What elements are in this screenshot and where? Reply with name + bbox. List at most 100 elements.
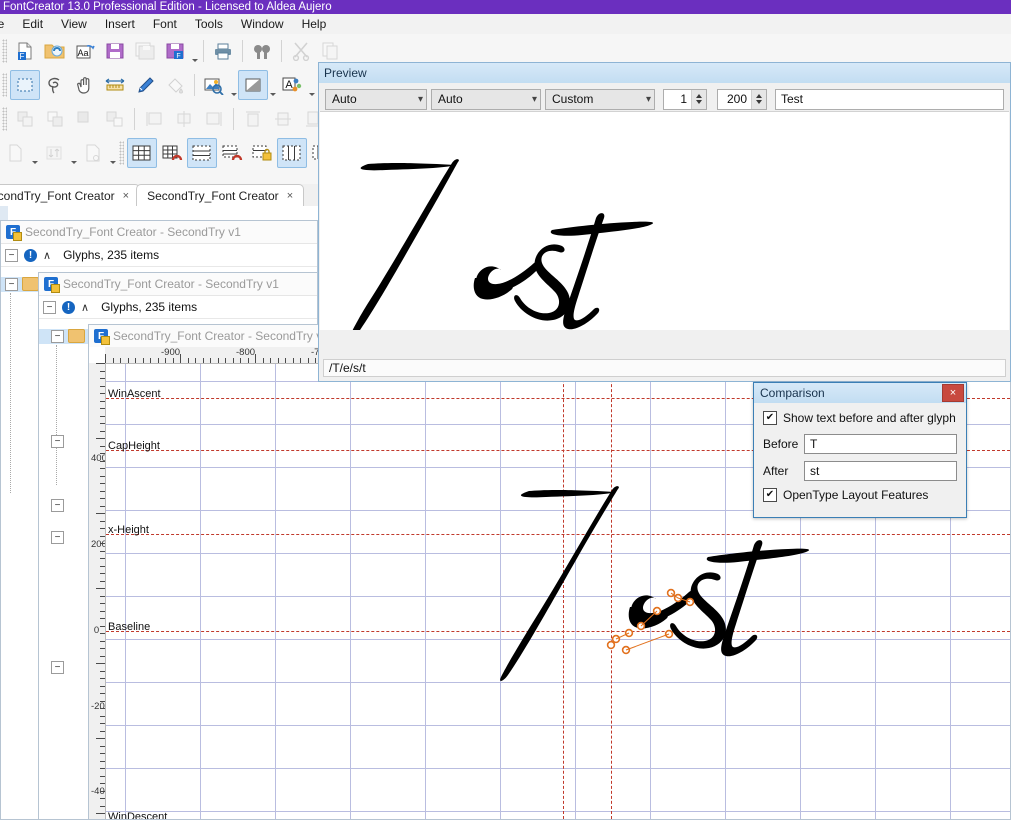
align-left-icon[interactable] (139, 104, 169, 134)
toolbar-grip[interactable] (2, 39, 7, 63)
lasso-icon[interactable] (40, 70, 70, 100)
subtract-icon[interactable] (40, 104, 70, 134)
intersect-icon[interactable] (70, 104, 100, 134)
fill-icon[interactable] (160, 70, 190, 100)
tree-node-expander[interactable]: − (51, 661, 64, 674)
tree-node-2[interactable]: − (51, 499, 64, 512)
comparison-dialog[interactable]: Comparison × ✔ Show text before and afte… (753, 382, 967, 518)
cut-icon[interactable] (286, 36, 316, 66)
snap-grid-icon[interactable] (157, 138, 187, 168)
mdi-window-1-glyphs-row[interactable]: − ! ∧ Glyphs, 235 items (1, 244, 317, 267)
tree-node-1[interactable]: − (51, 435, 64, 448)
sort-dropdown-icon[interactable] (69, 134, 78, 173)
tree-node-expander[interactable]: − (51, 531, 64, 544)
preview-text-input[interactable]: Test (775, 88, 1004, 110)
tree-node-folder[interactable]: − (51, 329, 85, 343)
measure-icon[interactable] (100, 70, 130, 100)
opentype-checkbox-row[interactable]: ✔ OpenType Layout Features (763, 488, 957, 502)
image-dropdown-icon[interactable] (229, 66, 238, 105)
export-dropdown-icon[interactable] (108, 134, 117, 173)
small-size-spinner-arrows[interactable] (691, 89, 706, 109)
show-text-checkbox[interactable]: ✔ (763, 411, 777, 425)
menu-font[interactable]: Font (144, 14, 186, 34)
find-icon[interactable] (247, 36, 277, 66)
contrast-icon[interactable] (238, 70, 268, 100)
menu-insert[interactable]: Insert (96, 14, 144, 34)
chevron-up-icon[interactable]: ∧ (43, 249, 51, 262)
mdi-window-2-glyphs-row[interactable]: − ! ∧ Glyphs, 235 items (39, 296, 317, 319)
guides-icon[interactable] (187, 138, 217, 168)
save-all-icon[interactable] (130, 36, 160, 66)
knife-icon[interactable] (130, 70, 160, 100)
mdi-window-1-title: F SecondTry_Font Creator - SecondTry v1 (1, 221, 317, 244)
hand-icon[interactable] (70, 70, 100, 100)
show-text-checkbox-row[interactable]: ✔ Show text before and after glyph (763, 411, 957, 425)
align-center-icon[interactable] (169, 104, 199, 134)
menu-help[interactable]: Help (293, 14, 336, 34)
menu-edit[interactable]: Edit (13, 14, 52, 34)
document-tab-2-close-icon[interactable]: × (287, 190, 293, 202)
image-zoom-icon[interactable] (199, 70, 229, 100)
exclude-icon[interactable] (100, 104, 130, 134)
large-size-spinner-arrows[interactable] (751, 89, 766, 109)
grid-icon[interactable] (127, 138, 157, 168)
open-font-icon[interactable] (40, 36, 70, 66)
tree-node-folder[interactable]: − (5, 277, 39, 291)
script-combo[interactable]: Auto ▾ (325, 88, 427, 110)
sort-icon[interactable] (39, 138, 69, 168)
render-mode-combo[interactable]: Custom ▾ (545, 88, 655, 110)
save-as-icon[interactable]: F (160, 36, 190, 66)
tree-node-expander[interactable]: − (5, 277, 18, 291)
glyph-props-dropdown-icon[interactable] (30, 134, 39, 173)
menu-window[interactable]: Window (232, 14, 293, 34)
preview-canvas[interactable] (320, 111, 1009, 339)
align-right-icon[interactable] (199, 104, 229, 134)
small-size-spinner[interactable]: 1 (663, 88, 707, 110)
metrics-icon[interactable] (277, 138, 307, 168)
tree-node-3[interactable]: − (51, 531, 64, 544)
lock-guides-icon[interactable] (247, 138, 277, 168)
snap-guides-icon[interactable] (217, 138, 247, 168)
union-icon[interactable] (10, 104, 40, 134)
folder-icon (22, 277, 39, 291)
mdi-window-2-expander[interactable]: − (43, 300, 56, 314)
before-input[interactable]: T (804, 434, 957, 454)
after-input[interactable]: st (804, 461, 957, 481)
tree-node-expander[interactable]: − (51, 329, 64, 343)
align-middle-icon[interactable] (268, 104, 298, 134)
save-icon[interactable] (100, 36, 130, 66)
tree-node-4[interactable]: − (51, 661, 64, 674)
document-tab-1[interactable]: SecondTry_Font Creator × (0, 184, 141, 206)
document-tab-1-close-icon[interactable]: × (123, 190, 129, 202)
tree-node-expander[interactable]: − (51, 435, 64, 448)
export-icon[interactable] (78, 138, 108, 168)
menu-view[interactable]: View (52, 14, 96, 34)
preview-window[interactable]: Preview Auto ▾ Auto ▾ Custom ▾ 1 200 Tes… (318, 62, 1011, 382)
document-tab-2[interactable]: SecondTry_Font Creator × (136, 184, 305, 206)
svg-text:Aa: Aa (77, 48, 88, 58)
contrast-dropdown-icon[interactable] (268, 66, 277, 105)
toolbar-grip[interactable] (2, 73, 7, 97)
chevron-up-icon[interactable]: ∧ (81, 301, 89, 314)
install-font-icon[interactable]: Aa (70, 36, 100, 66)
mdi-window-1-expander[interactable]: − (5, 248, 18, 262)
align-top-icon[interactable] (238, 104, 268, 134)
toolbar-grip[interactable] (119, 141, 124, 165)
toolbar-grip[interactable] (2, 107, 7, 131)
opentype-checkbox[interactable]: ✔ (763, 488, 777, 502)
large-size-spinner[interactable]: 200 (717, 88, 767, 110)
language-combo-value: Auto (438, 92, 463, 106)
preview-status-bar: /T/e/s/t (323, 359, 1006, 377)
language-combo[interactable]: Auto ▾ (431, 88, 541, 110)
glyph-props-icon[interactable] (0, 138, 30, 168)
close-icon[interactable]: × (942, 384, 964, 402)
menu-file[interactable]: le (0, 14, 13, 34)
text-dropdown-icon[interactable] (307, 66, 316, 105)
select-marquee-icon[interactable] (10, 70, 40, 100)
text-tool-icon[interactable]: A (277, 70, 307, 100)
tree-node-expander[interactable]: − (51, 499, 64, 512)
save-as-dropdown-icon[interactable] (190, 32, 199, 71)
print-icon[interactable] (208, 36, 238, 66)
new-font-icon[interactable]: F (10, 36, 40, 66)
svg-text:A: A (285, 79, 293, 91)
